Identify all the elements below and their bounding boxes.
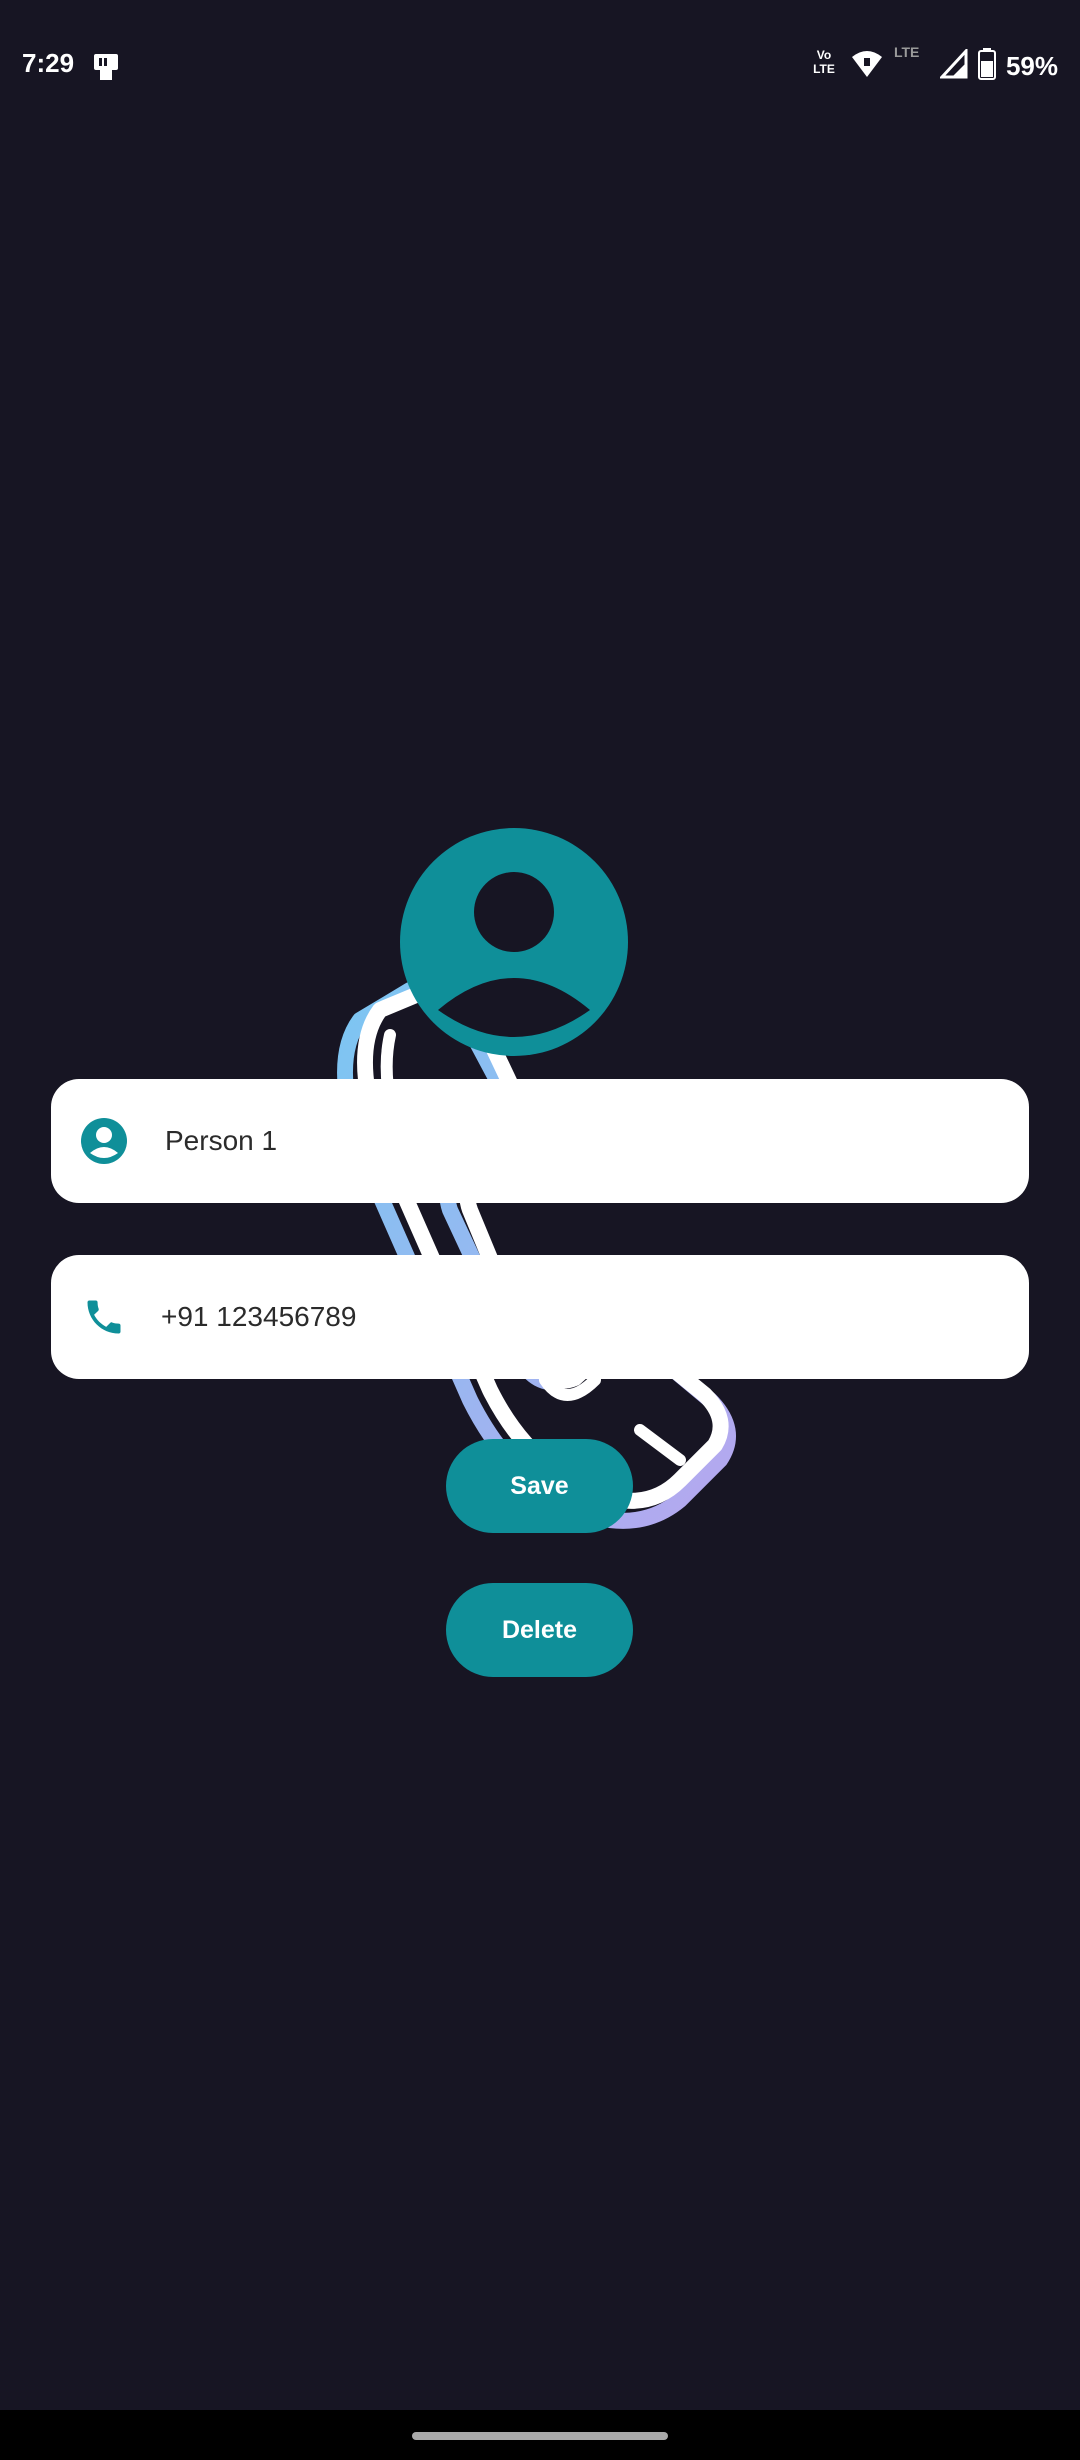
phone-input[interactable] <box>161 1287 961 1347</box>
save-button[interactable]: Save <box>446 1439 633 1533</box>
person-circle-icon <box>79 1116 129 1166</box>
person-avatar-icon <box>438 872 590 1037</box>
status-icons: Vo LTE LTE 59% <box>808 44 1058 86</box>
notification-icon <box>90 50 122 82</box>
status-bar: 7:29 Vo LTE LTE 59% <box>0 0 1080 130</box>
name-field-card[interactable] <box>51 1079 1029 1203</box>
contact-avatar[interactable] <box>400 828 628 1056</box>
signal-icon <box>938 46 968 84</box>
delete-button[interactable]: Delete <box>446 1583 633 1677</box>
battery-icon <box>977 47 996 85</box>
lte-icon: LTE <box>893 44 920 60</box>
phone-field-card[interactable] <box>51 1255 1029 1379</box>
gesture-handle[interactable] <box>412 2432 668 2440</box>
navigation-bar <box>0 2410 1080 2460</box>
volte-icon: Vo LTE <box>813 48 835 76</box>
wifi-icon <box>850 49 884 84</box>
status-time: 7:29 <box>22 48 75 78</box>
name-input[interactable] <box>165 1111 965 1171</box>
battery-percent: 59% <box>1005 50 1058 81</box>
phone-icon <box>79 1292 129 1342</box>
